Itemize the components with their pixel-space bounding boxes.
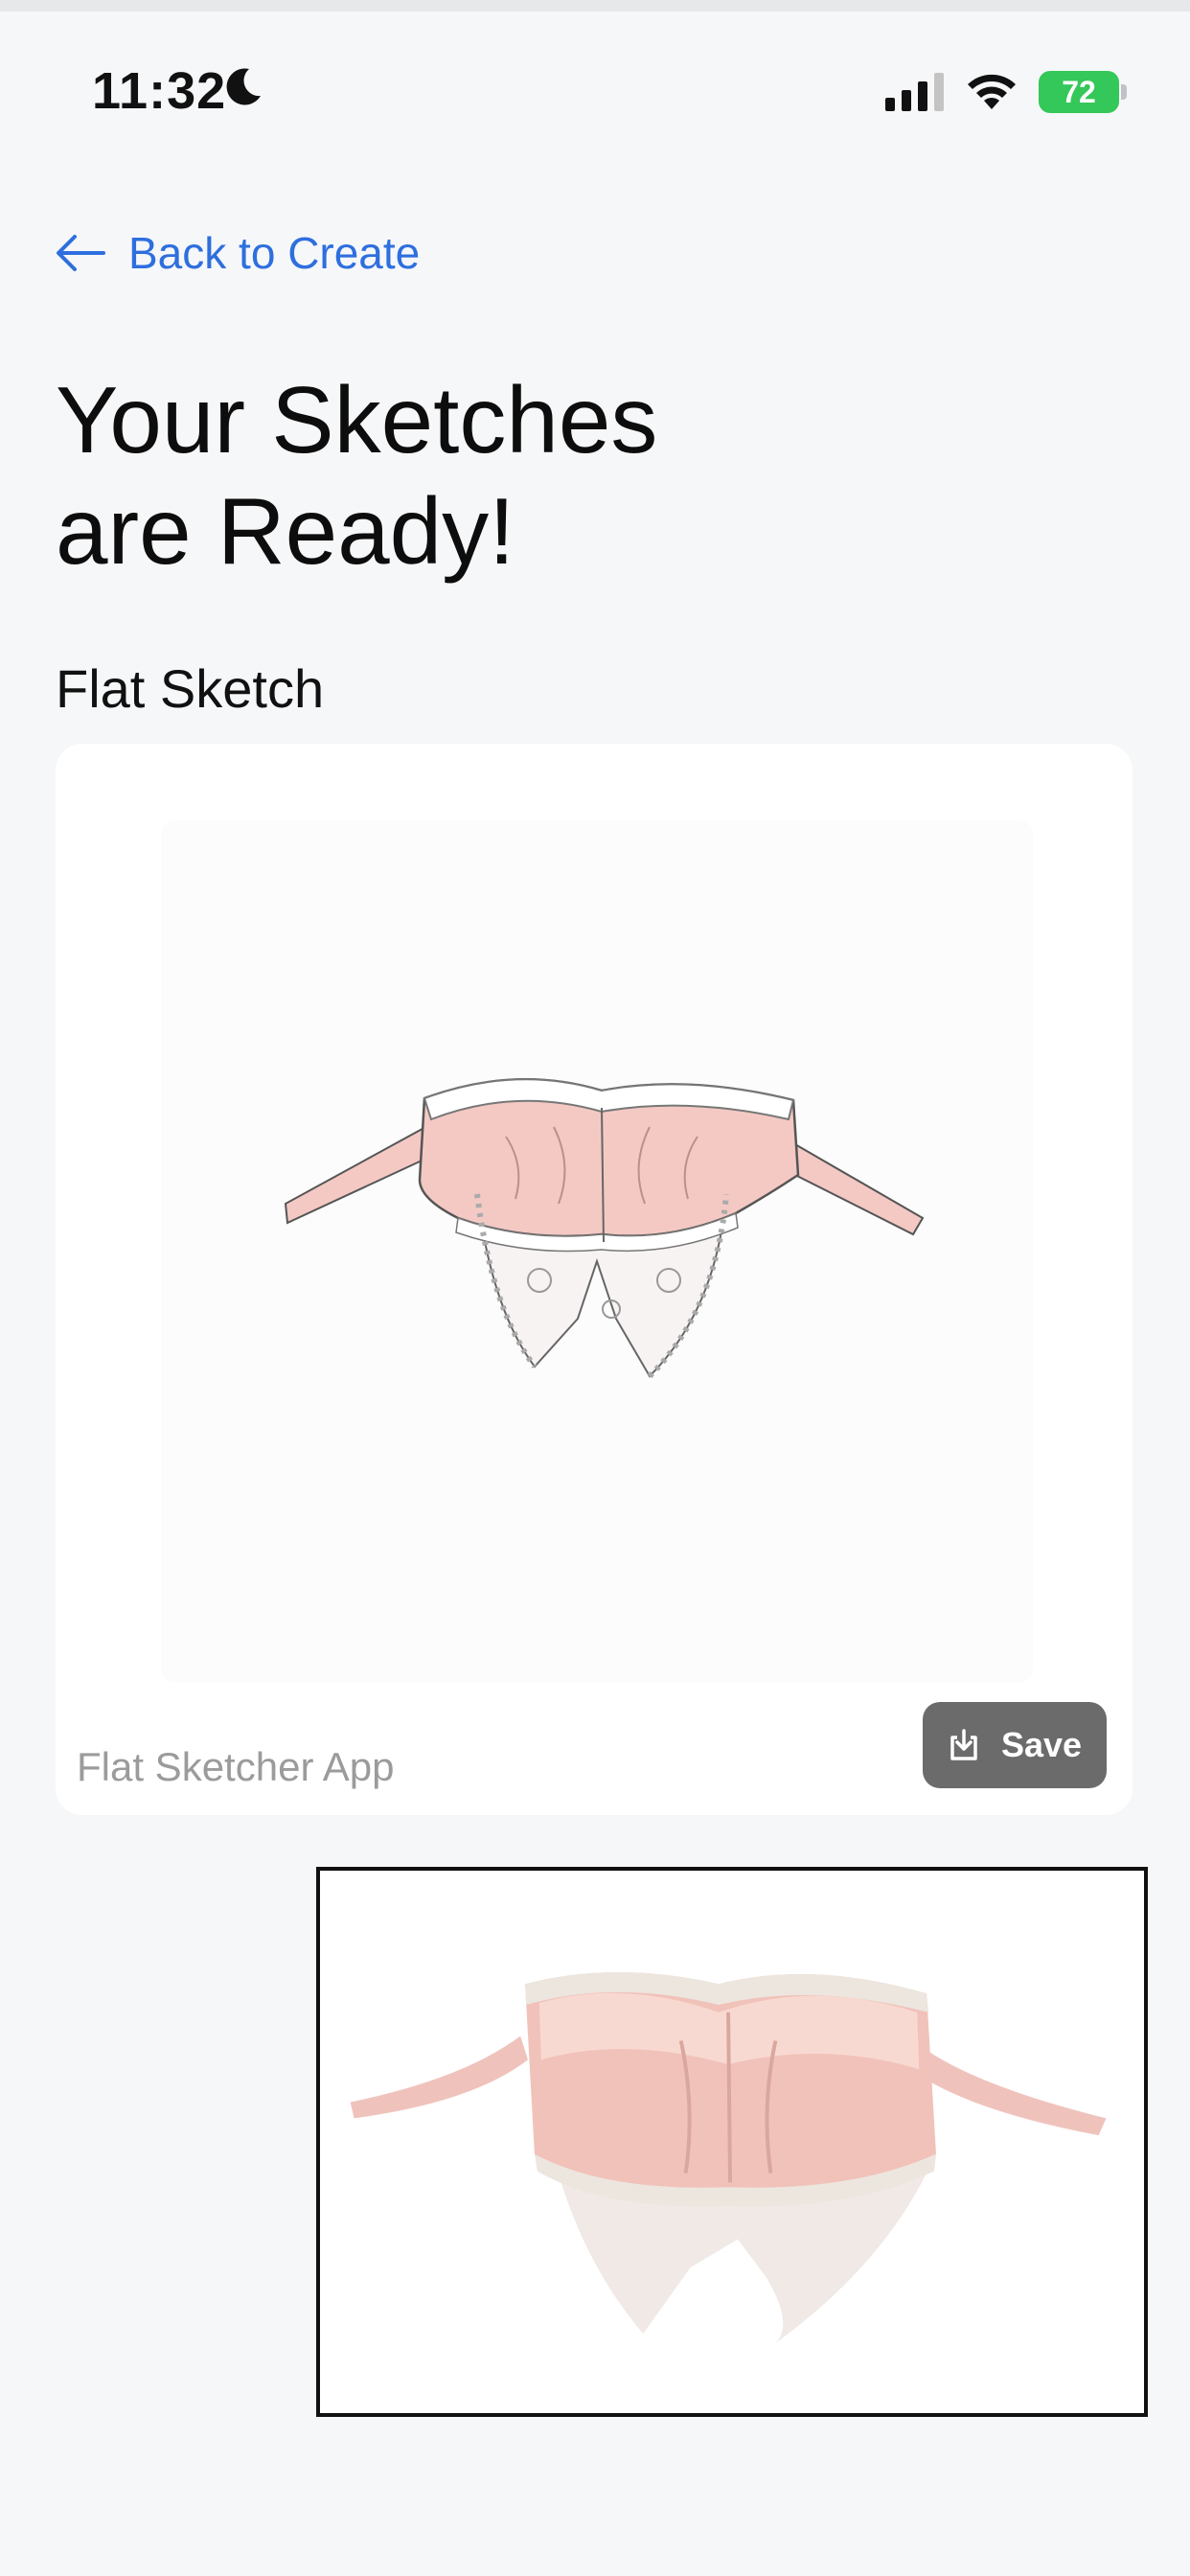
save-button[interactable]: Save <box>923 1702 1107 1788</box>
top-strip <box>0 0 1190 12</box>
status-time: 11:32 <box>92 62 227 120</box>
battery-cap <box>1121 84 1127 100</box>
page-title: Your Sketches are Ready! <box>56 364 918 586</box>
page-title-line1: Your Sketches <box>56 367 658 472</box>
page-title-line2: are Ready! <box>56 478 515 584</box>
download-icon <box>950 1729 977 1760</box>
section-title-flat-sketch: Flat Sketch <box>56 658 325 719</box>
flat-sketch-card: Flat Sketcher App Save <box>56 744 1133 1815</box>
wifi-icon <box>968 74 1016 109</box>
status-bar: 11:32 72 <box>0 58 1190 125</box>
arrow-left-icon <box>57 235 105 271</box>
garment-photo <box>350 1972 1107 2344</box>
watermark-text: Flat Sketcher App <box>77 1744 395 1789</box>
flat-sketch-image <box>284 1077 925 1379</box>
back-link-label: Back to Create <box>128 228 421 278</box>
battery-level: 72 <box>1039 71 1119 113</box>
signal-icon <box>885 73 944 111</box>
back-to-create-link[interactable]: Back to Create <box>56 222 420 284</box>
moon-icon <box>226 68 261 105</box>
save-button-label: Save <box>1000 1725 1083 1764</box>
battery-icon: 72 <box>1039 71 1127 113</box>
reference-photo <box>316 1867 1148 2417</box>
